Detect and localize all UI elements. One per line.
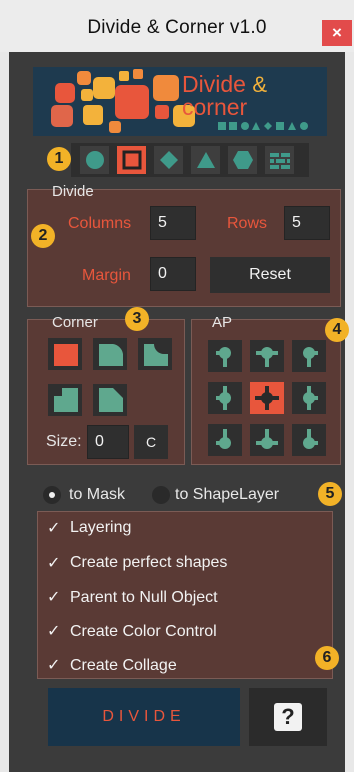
rows-input[interactable]: 5 — [284, 206, 330, 240]
badge-4: 4 — [325, 318, 349, 342]
logo-mini-shapes-graphic — [218, 122, 308, 130]
to-mask-label: to Mask — [69, 486, 126, 503]
window-frame-right — [345, 52, 354, 772]
anchor-bottom-left[interactable] — [208, 424, 242, 456]
size-input[interactable]: 0 — [87, 425, 129, 459]
anchor-bottom-center-icon — [256, 429, 278, 449]
logo-word-corner: corner — [182, 94, 248, 120]
badge-2: 2 — [31, 224, 55, 248]
hexagon-icon — [232, 151, 253, 169]
corner-inverted-icon — [144, 344, 168, 366]
circle-icon — [85, 151, 104, 169]
layering-checkbox[interactable]: ✓ — [47, 518, 60, 538]
corner-square-button[interactable] — [48, 338, 82, 370]
triangle-tool-button[interactable] — [191, 146, 220, 174]
logo-text: Divide & corner — [182, 72, 267, 120]
anchor-bottom-right[interactable] — [292, 424, 326, 456]
margin-label: Margin — [82, 267, 131, 284]
brick-icon — [269, 153, 290, 169]
title-bar: Divide & Corner v1.0 × — [0, 0, 354, 52]
anchor-bottom-center[interactable] — [250, 424, 284, 456]
anchor-middle-right[interactable] — [292, 382, 326, 414]
corner-round-button[interactable] — [93, 338, 127, 370]
close-icon: × — [332, 23, 342, 42]
anchor-top-center-icon — [256, 347, 278, 367]
anchor-top-right[interactable] — [292, 340, 326, 372]
corner-round-icon — [99, 344, 123, 366]
logo-ampersand: & — [252, 72, 267, 97]
ap-section-title: AP — [212, 314, 233, 331]
anchor-center[interactable] — [250, 382, 284, 414]
anchor-bottom-left-icon — [216, 429, 231, 449]
corner-notch-button[interactable] — [48, 384, 82, 416]
corner-bevel-button[interactable] — [93, 384, 127, 416]
window-title: Divide & Corner v1.0 — [87, 17, 267, 38]
perfect-shapes-checkbox[interactable]: ✓ — [47, 553, 60, 573]
window-frame-left — [0, 52, 9, 772]
diamond-icon — [159, 151, 178, 169]
corner-square-icon — [54, 344, 78, 366]
color-control-checkbox[interactable]: ✓ — [47, 621, 60, 641]
badge-6: 6 — [315, 646, 339, 670]
divide-section-title: Divide — [52, 183, 94, 200]
badge-3: 3 — [125, 307, 149, 331]
help-button[interactable]: ? — [249, 688, 327, 746]
collage-checkbox[interactable]: ✓ — [47, 655, 60, 675]
anchor-top-right-icon — [303, 347, 318, 367]
perfect-shapes-label: Create perfect shapes — [70, 554, 228, 571]
diamond-tool-button[interactable] — [154, 146, 183, 174]
to-shapelayer-label: to ShapeLayer — [175, 486, 280, 503]
reset-button[interactable]: Reset — [210, 257, 330, 293]
parent-null-label: Parent to Null Object — [70, 589, 218, 606]
anchor-middle-left-icon — [216, 386, 231, 410]
parent-null-checkbox[interactable]: ✓ — [47, 587, 60, 607]
corner-section-title: Corner — [52, 314, 98, 331]
corner-inverted-button[interactable] — [138, 338, 172, 370]
corner-notch-icon — [54, 388, 78, 412]
corner-bevel-icon — [99, 388, 123, 412]
anchor-top-left[interactable] — [208, 340, 242, 372]
square-icon — [122, 150, 141, 170]
to-shapelayer-radio[interactable] — [152, 486, 170, 504]
badge-5: 5 — [318, 482, 342, 506]
close-button[interactable]: × — [322, 20, 352, 46]
size-label: Size: — [46, 433, 82, 450]
divide-button[interactable]: DIVIDE — [48, 688, 240, 746]
layering-label: Layering — [70, 519, 132, 536]
to-mask-radio[interactable] — [43, 486, 61, 504]
brick-tool-button[interactable] — [265, 146, 294, 174]
badge-1: 1 — [47, 147, 71, 171]
anchor-center-icon — [255, 386, 279, 410]
anchor-top-center[interactable] — [250, 340, 284, 372]
help-icon: ? — [274, 703, 302, 731]
margin-input[interactable]: 0 — [150, 257, 196, 291]
triangle-icon — [196, 152, 215, 168]
square-tool-button[interactable] — [117, 146, 146, 174]
corner-c-button[interactable]: C — [134, 425, 168, 459]
columns-input[interactable]: 5 — [150, 206, 196, 240]
circle-tool-button[interactable] — [80, 146, 109, 174]
hexagon-tool-button[interactable] — [228, 146, 257, 174]
anchor-top-left-icon — [216, 347, 231, 367]
anchor-middle-left[interactable] — [208, 382, 242, 414]
columns-label: Columns — [68, 215, 132, 232]
color-control-label: Create Color Control — [70, 623, 217, 640]
anchor-middle-right-icon — [303, 386, 318, 410]
rows-label: Rows — [227, 215, 268, 232]
collage-label: Create Collage — [70, 657, 177, 674]
anchor-bottom-right-icon — [303, 429, 318, 449]
